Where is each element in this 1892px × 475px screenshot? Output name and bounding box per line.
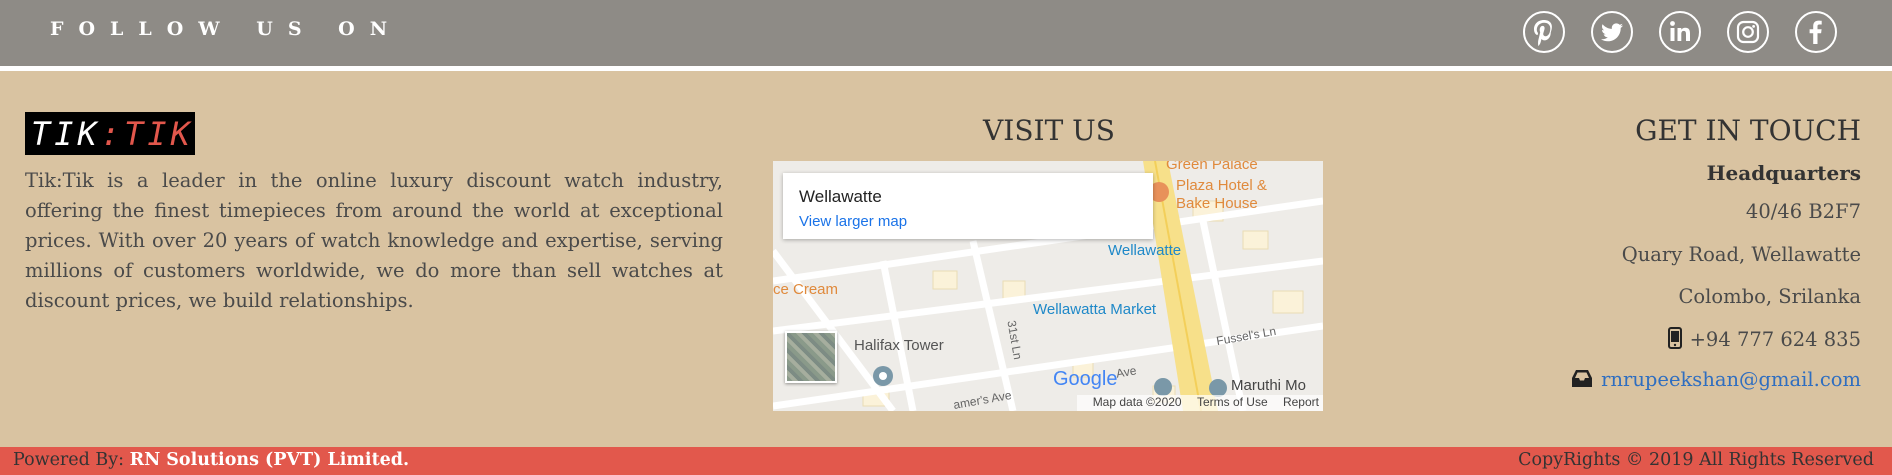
map-label-maruthi: Maruthi Mo <box>1231 377 1307 394</box>
map-footer: Map data ©2020 Terms of Use Report <box>1076 395 1323 411</box>
footer-bar: Powered By: RN Solutions (PVT) Limited. … <box>0 447 1892 475</box>
powered-by: Powered By: RN Solutions (PVT) Limited. <box>13 450 409 470</box>
instagram-icon[interactable] <box>1726 10 1770 54</box>
map-data-text: Map data ©2020 <box>1092 395 1182 409</box>
map-label-green-palace: Green Palace <box>1166 161 1258 173</box>
map-label-halifax-tower: Halifax Tower <box>854 337 944 354</box>
embedded-map[interactable]: Green Palace Plaza Hotel & Bake House We… <box>773 161 1323 411</box>
email-link[interactable]: rnrupeekshan@gmail.com <box>1601 368 1861 391</box>
phone-icon <box>1667 327 1682 354</box>
company-link[interactable]: RN Solutions (PVT) Limited. <box>130 450 409 470</box>
facebook-icon[interactable] <box>1794 10 1838 54</box>
address-line-1: 40/46 B2F7 <box>1745 200 1861 223</box>
powered-by-label: Powered By: <box>13 450 125 470</box>
phone-number: +94 777 624 835 <box>1689 328 1861 351</box>
copyright-text: CopyRights © 2019 All Rights Reserved <box>1518 450 1874 470</box>
address-line-3: Colombo, Srilanka <box>1678 285 1861 308</box>
map-info-card: Wellawatte View larger map <box>783 173 1153 239</box>
map-label-plaza-hotel: Plaza Hotel & <box>1176 177 1267 194</box>
get-in-touch-title: GET IN TOUCH <box>1635 114 1861 147</box>
brand-logo[interactable]: TIK:TIK <box>25 112 195 155</box>
about-paragraph: Tik:Tik is a leader in the online luxury… <box>25 169 723 312</box>
header-divider <box>0 66 1892 71</box>
headquarters-label: Headquarters <box>1706 161 1861 185</box>
map-place-name: Wellawatte <box>799 187 882 206</box>
follow-bar: FOLLOW US ON <box>0 0 1892 66</box>
view-larger-map-link[interactable]: View larger map <box>799 213 907 230</box>
logo-part-white: TIK <box>31 114 101 153</box>
address-line-2: Quary Road, Wellawatte <box>1621 243 1861 266</box>
visit-us-title: VISIT US <box>983 114 1115 147</box>
inbox-icon <box>1571 368 1593 393</box>
phone-row: +94 777 624 835 <box>1667 327 1861 354</box>
map-label-bake-house: Bake House <box>1176 195 1258 212</box>
map-label-ice-cream: ce Cream <box>773 281 839 298</box>
google-logo: Google <box>1053 368 1118 390</box>
map-report-link[interactable]: Report <box>1283 395 1319 409</box>
logo-part-red: :TIK <box>100 114 194 153</box>
map-label-wellawatte-station: Wellawatte <box>1108 242 1182 259</box>
follow-us-label: FOLLOW US ON <box>50 18 403 40</box>
twitter-icon[interactable] <box>1590 10 1634 54</box>
pinterest-icon[interactable] <box>1522 10 1566 54</box>
map-label-wellawatta-market: Wellawatta Market <box>1033 301 1157 318</box>
email-row: rnrupeekshan@gmail.com <box>1571 368 1861 393</box>
satellite-toggle[interactable] <box>785 331 837 383</box>
map-terms-link[interactable]: Terms of Use <box>1197 395 1268 409</box>
linkedin-icon[interactable] <box>1658 10 1702 54</box>
